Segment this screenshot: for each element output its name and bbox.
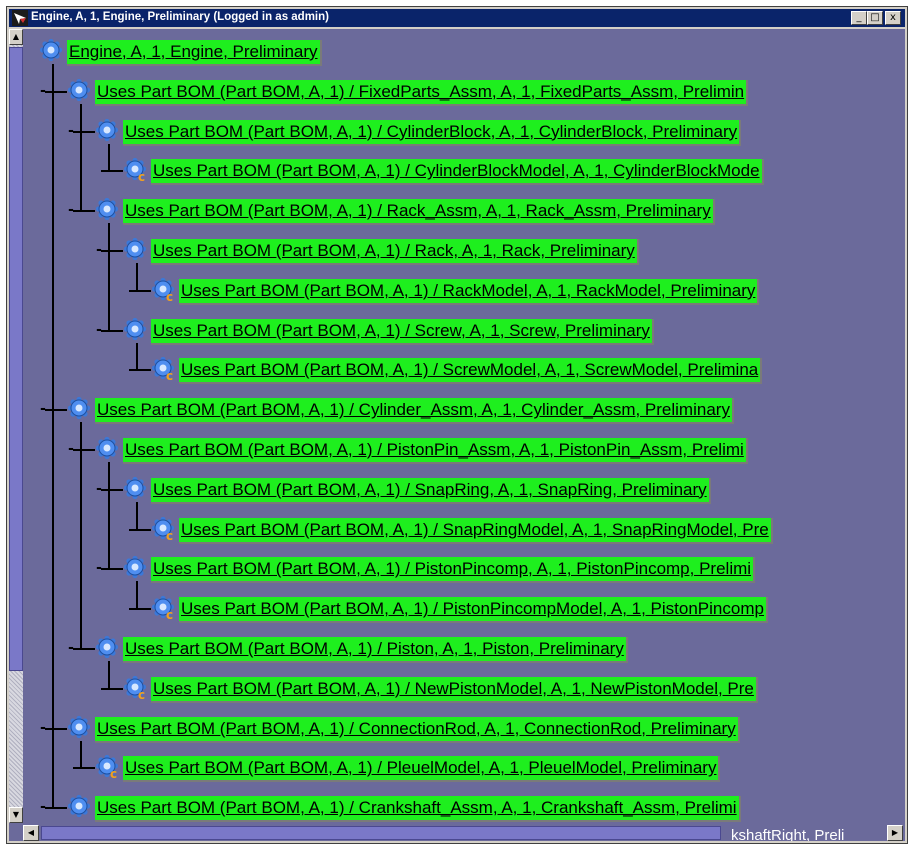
assembly-gear-icon: [123, 237, 149, 263]
assembly-gear-icon: [123, 317, 149, 343]
svg-text:c: c: [166, 608, 173, 621]
tree-connector: [73, 767, 95, 770]
collapse-toggle-icon[interactable]: -: [65, 442, 77, 456]
tree-item-label[interactable]: Uses Part BOM (Part BOM, A, 1) / PistonP…: [151, 557, 756, 584]
collapse-toggle-icon[interactable]: -: [37, 800, 49, 814]
collapse-toggle-icon[interactable]: -: [37, 402, 49, 416]
tree-item-label[interactable]: Uses Part BOM (Part BOM, A, 1) / ScrewMo…: [179, 358, 763, 385]
tree-item-label[interactable]: Engine, A, 1, Engine, Preliminary: [67, 40, 322, 66]
tree-item-label[interactable]: Uses Part BOM (Part BOM, A, 1) / Rack_As…: [123, 199, 715, 226]
assembly-gear-icon: [95, 118, 121, 144]
collapse-toggle-icon[interactable]: -: [93, 482, 105, 496]
tree-panel: ▲ ▼ Engine, A, 1, Engine, Preliminary - Us…: [9, 29, 905, 841]
assembly-gear-icon: [67, 715, 93, 741]
tree-item-label[interactable]: Uses Part BOM (Part BOM, A, 1) / FixedPa…: [95, 79, 749, 106]
assembly-gear-icon: [67, 396, 93, 422]
tree-guide-line: [108, 661, 110, 689]
collapse-toggle-icon[interactable]: -: [37, 721, 49, 735]
model-gear-icon: c: [95, 754, 121, 781]
collapse-toggle-icon[interactable]: -: [93, 323, 105, 337]
tree-item-label[interactable]: Uses Part BOM (Part BOM, A, 1) / RackMod…: [179, 278, 760, 305]
tree-guide-line: [80, 740, 82, 769]
tree-connector: [129, 369, 151, 372]
window-title: Engine, A, 1, Engine, Preliminary (Logge…: [31, 11, 329, 23]
tree-item-label[interactable]: Uses Part BOM (Part BOM, A, 1) / Cylinde…: [123, 119, 742, 146]
model-gear-icon: c: [151, 277, 177, 304]
tree-guide-line: [52, 64, 54, 809]
assembly-gear-icon: [95, 436, 121, 462]
assembly-gear-icon: [95, 197, 121, 223]
app-icon: [12, 10, 28, 26]
tree-item-label[interactable]: Uses Part BOM (Part BOM, A, 1) / SnapRin…: [179, 517, 773, 544]
tree-connector: [129, 289, 151, 292]
tree-connector: [101, 170, 123, 173]
model-gear-icon: c: [123, 675, 149, 702]
collapse-toggle-icon[interactable]: -: [65, 124, 77, 138]
assembly-gear-icon: [95, 635, 121, 661]
collapse-toggle-icon[interactable]: -: [65, 641, 77, 655]
tree-item-label[interactable]: Uses Part BOM (Part BOM, A, 1) / Rack, A…: [151, 239, 639, 265]
tree-item-label[interactable]: Uses Part BOM (Part BOM, A, 1) / PistonP…: [123, 438, 748, 464]
collapse-toggle-icon[interactable]: -: [37, 84, 49, 98]
tree-guide-line: [80, 422, 82, 649]
assembly-gear-icon: [123, 555, 149, 581]
svg-text:c: c: [110, 767, 117, 780]
tree-connector: [101, 687, 123, 690]
tree-item-label[interactable]: Uses Part BOM (Part BOM, A, 1) / NewPist…: [151, 676, 758, 703]
scroll-left-arrow-icon[interactable]: ◀: [23, 825, 39, 841]
svg-text:c: c: [166, 290, 173, 303]
collapse-toggle-icon[interactable]: -: [93, 243, 105, 257]
window: Engine, A, 1, Engine, Preliminary (Logge…: [6, 6, 908, 844]
maximize-button[interactable]: □: [867, 11, 883, 25]
tree-guide-line: [136, 581, 138, 610]
tree-item-label[interactable]: Uses Part BOM (Part BOM, A, 1) / Screw, …: [151, 318, 654, 345]
close-button[interactable]: x: [885, 11, 901, 25]
tree-item-label[interactable]: Uses Part BOM (Part BOM, A, 1) / Connect…: [95, 716, 740, 743]
title-bar[interactable]: Engine, A, 1, Engine, Preliminary (Logge…: [9, 9, 905, 27]
horizontal-scroll-thumb[interactable]: [41, 826, 721, 840]
tree-item-label[interactable]: Uses Part BOM (Part BOM, A, 1) / Cylinde…: [151, 159, 764, 186]
tree-guide-line: [80, 103, 82, 212]
model-gear-icon: c: [151, 595, 177, 622]
part-structure-tree: Engine, A, 1, Engine, Preliminary - Uses P…: [9, 29, 905, 823]
tree-guide-line: [108, 223, 110, 331]
tree-item-label[interactable]: Uses Part BOM (Part BOM, A, 1) / PleuelM…: [123, 756, 721, 783]
svg-text:c: c: [166, 529, 173, 542]
tree-guide-line: [136, 263, 138, 291]
svg-text:c: c: [138, 170, 145, 183]
tree-guide-line: [108, 462, 110, 570]
minimize-button[interactable]: _: [851, 11, 867, 25]
tree-guide-line: [136, 342, 138, 371]
model-gear-icon: c: [123, 157, 149, 184]
tree-guide-line: [108, 143, 110, 172]
tree-connector: [129, 528, 151, 531]
scroll-right-arrow-icon[interactable]: ▶: [887, 825, 903, 841]
collapse-toggle-icon[interactable]: -: [93, 561, 105, 575]
svg-text:c: c: [166, 369, 173, 382]
tree-item-label[interactable]: Uses Part BOM (Part BOM, A, 1) / PistonP…: [179, 597, 768, 624]
tree-item-label[interactable]: Uses Part BOM (Part BOM, A, 1) / Cylinde…: [95, 398, 734, 425]
tree-guide-line: [136, 501, 138, 530]
assembly-gear-icon: [39, 38, 65, 64]
svg-text:c: c: [138, 688, 145, 701]
tree-item-label[interactable]: Uses Part BOM (Part BOM, A, 1) / Cranksh…: [95, 796, 741, 823]
tree-item-label[interactable]: Uses Part BOM (Part BOM, A, 1) / SnapRin…: [151, 477, 711, 504]
assembly-gear-icon: [67, 78, 93, 104]
assembly-gear-icon: [67, 794, 93, 820]
tree-connector: [129, 608, 151, 611]
clipped-tree-item-label: kshaftRight, Preli: [731, 827, 845, 841]
model-gear-icon: c: [151, 356, 177, 383]
collapse-toggle-icon[interactable]: -: [65, 203, 77, 217]
tree-item-label[interactable]: Uses Part BOM (Part BOM, A, 1) / Piston,…: [123, 637, 628, 663]
model-gear-icon: c: [151, 516, 177, 543]
assembly-gear-icon: [123, 476, 149, 502]
